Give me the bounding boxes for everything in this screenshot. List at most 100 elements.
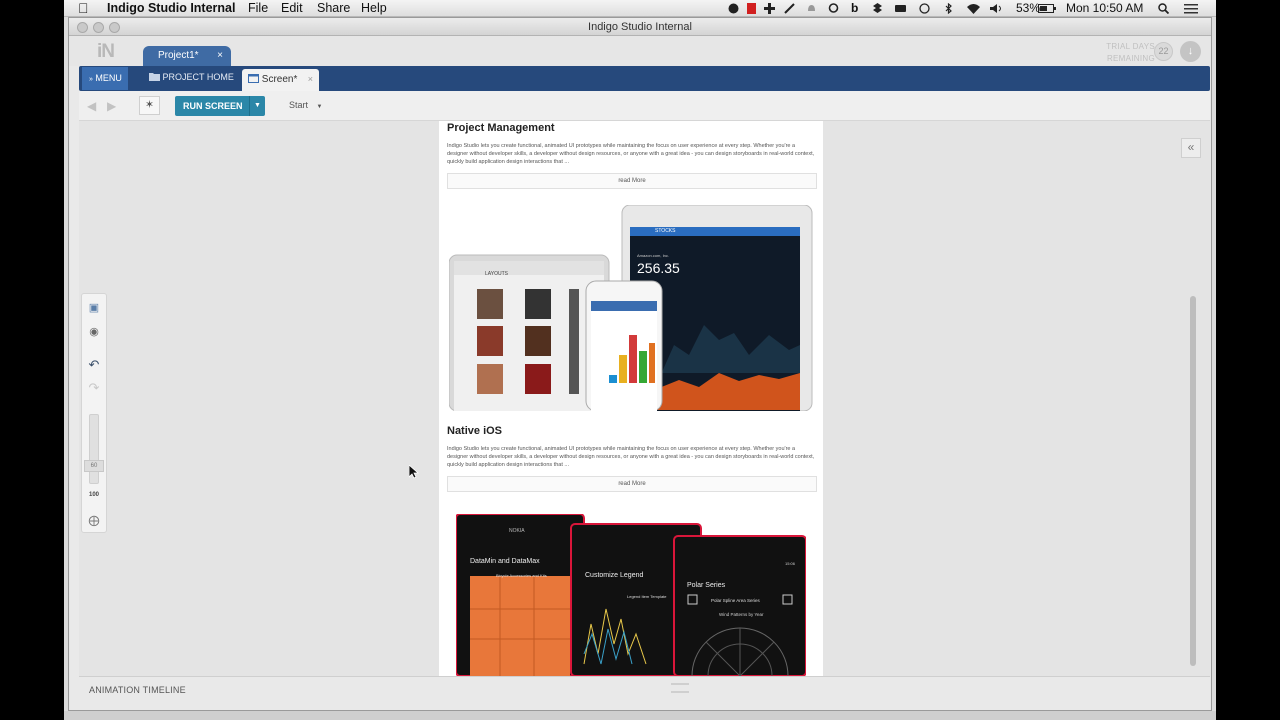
back-arrow-icon[interactable]: ◀ [87, 99, 96, 113]
forward-arrow-icon[interactable]: ▶ [107, 99, 116, 113]
screen-icon [248, 74, 259, 83]
section-title: Native iOS [447, 425, 503, 437]
zoom-value: 60 [84, 460, 104, 472]
wifi-icon[interactable] [966, 3, 981, 14]
design-canvas[interactable]: Project Management Indigo Studio lets yo… [79, 121, 1210, 676]
bluetooth-icon[interactable] [943, 3, 954, 14]
indigo-logo: iN [97, 41, 115, 62]
menu-help[interactable]: Help [361, 1, 387, 15]
mouse-pointer-icon [409, 465, 419, 479]
start-dropdown[interactable]: Start ▼ [289, 100, 322, 110]
animation-timeline-label: ANIMATION TIMELINE [89, 685, 186, 695]
phone1-title: DataMin and DataMax [470, 558, 540, 565]
project-tab-label: Project1* [158, 50, 199, 61]
window-bottom-edge [64, 711, 1216, 720]
trial-days-label: TRIAL DAYS REMAINING [1106, 41, 1155, 65]
menu-share[interactable]: Share [317, 1, 350, 15]
phone3-caption: Wind Patterns by Year [719, 612, 764, 617]
menubar-clock[interactable]: Mon 10:50 AM [1066, 1, 1143, 15]
folder-icon [149, 73, 160, 81]
record-icon[interactable] [746, 3, 757, 14]
notification-center-icon[interactable] [1184, 3, 1198, 14]
save-icon[interactable]: ▣ [82, 301, 106, 314]
location-icon[interactable] [828, 3, 839, 14]
close-screen-tab-icon[interactable]: × [308, 74, 313, 84]
menu-button-label: MENU [95, 73, 122, 83]
b-icon[interactable]: b [851, 1, 858, 15]
phone-icon[interactable] [728, 3, 739, 14]
run-options-dropdown[interactable]: ▼ [249, 96, 265, 116]
menu-file[interactable]: File [248, 1, 268, 15]
zoom-slider[interactable] [89, 414, 99, 484]
close-project-tab-icon[interactable]: × [217, 50, 223, 61]
app-header: iN Project1* × TRIAL DAYS REMAINING 22 ↓ [69, 36, 1211, 67]
tablet-right-header: STOCKS [655, 228, 676, 234]
run-screen-label: RUN SCREEN [183, 101, 243, 111]
zoom-100-button[interactable]: 100 [82, 492, 106, 498]
mac-menubar:  Indigo Studio Internal File Edit Share… [64, 0, 1216, 17]
tools-icon[interactable] [784, 3, 795, 14]
volume-icon[interactable] [990, 3, 1004, 14]
timeline-resize-handle[interactable] [671, 683, 689, 693]
menu-button[interactable]: » MENU [82, 67, 128, 90]
trial-label-line2: REMAINING [1106, 54, 1155, 63]
download-icon[interactable]: ↓ [1180, 41, 1201, 62]
plus-icon[interactable] [764, 3, 775, 14]
tab-screen[interactable]: Screen* × [242, 69, 319, 91]
animation-timeline-bar[interactable]: ANIMATION TIMELINE [79, 676, 1210, 701]
start-dropdown-label: Start [289, 100, 309, 110]
redo-icon[interactable]: ↷ [82, 380, 106, 396]
camera-icon[interactable]: ◉ [82, 325, 106, 338]
screen-preview[interactable]: Project Management Indigo Studio lets yo… [439, 121, 823, 676]
chevron-down-icon: ▼ [316, 104, 323, 110]
phone3-nav-title: Polar Spline Area Series [711, 598, 760, 603]
read-more-button[interactable]: read More [447, 173, 817, 189]
stock-price: 256.35 [637, 260, 680, 276]
app-window: Indigo Studio Internal iN Project1* × TR… [68, 17, 1212, 711]
bell-icon[interactable] [806, 3, 817, 14]
window-titlebar[interactable]: Indigo Studio Internal [69, 18, 1211, 36]
select-tool-button[interactable]: ✶ [139, 96, 160, 115]
phone2-legend: Legend Item Template [627, 594, 667, 599]
time-machine-icon[interactable] [919, 3, 930, 14]
dropbox-icon[interactable] [872, 3, 883, 14]
phone3-title: Polar Series [687, 582, 726, 589]
tool-palette: ▣ ◉ ↶ ↷ 60 100 ⨁ [81, 293, 107, 533]
tablet-left-header: LAYOUTS [485, 271, 508, 277]
section-description: Indigo Studio lets you create functional… [447, 143, 815, 165]
phone2-title: Customize Legend [585, 572, 644, 579]
phone-header: GUEST TRENDS ANALYTICS [599, 313, 654, 318]
section-title: Project Management [447, 122, 555, 134]
section-description: Indigo Studio lets you create functional… [447, 446, 815, 468]
vertical-scrollbar[interactable] [1190, 171, 1196, 671]
read-more-button[interactable]: read More [447, 476, 817, 492]
spotlight-search-icon[interactable] [1158, 3, 1169, 14]
menubar-app-name[interactable]: Indigo Studio Internal [107, 1, 235, 15]
project-home-label: PROJECT HOME [162, 72, 234, 82]
screen-tab-label: Screen* [261, 74, 298, 85]
tab-project[interactable]: Project1* × [143, 46, 231, 67]
phone3-time: 15:06 [785, 561, 796, 566]
nokia-brand-label: NOKIA [509, 528, 525, 534]
run-screen-button[interactable]: RUN SCREEN ▼ [175, 96, 265, 116]
stock-company: Amazon.com, Inc. [637, 253, 670, 258]
desktop-screen:  Indigo Studio Internal File Edit Share… [64, 0, 1216, 720]
phone1-subtitle: Bicycle Accessories and Kits [496, 573, 547, 578]
keyboard-icon[interactable] [895, 3, 906, 14]
toolbar: ◀ ▶ ✶ RUN SCREEN ▼ Start ▼ [79, 91, 1210, 121]
collapse-panel-icon[interactable]: « [1181, 138, 1201, 158]
fit-to-screen-icon[interactable]: ⨁ [82, 514, 106, 527]
project-home-button[interactable]: PROJECT HOME [149, 72, 234, 82]
menu-chevron-icon: » [89, 76, 93, 83]
apple-menu-icon[interactable]:  [78, 0, 89, 16]
menu-edit[interactable]: Edit [281, 1, 303, 15]
window-title: Indigo Studio Internal [588, 21, 692, 33]
trial-label-line1: TRIAL DAYS [1106, 42, 1155, 51]
battery-icon[interactable] [1038, 3, 1056, 14]
scrollbar-thumb[interactable] [1190, 296, 1196, 666]
nav-bar: » MENU PROJECT HOME Screen* × [79, 66, 1210, 91]
undo-icon[interactable]: ↶ [82, 357, 106, 373]
battery-percent[interactable]: 53% [1016, 1, 1040, 15]
ios-devices-image [449, 205, 813, 411]
trial-days-count: 22 [1154, 42, 1173, 61]
